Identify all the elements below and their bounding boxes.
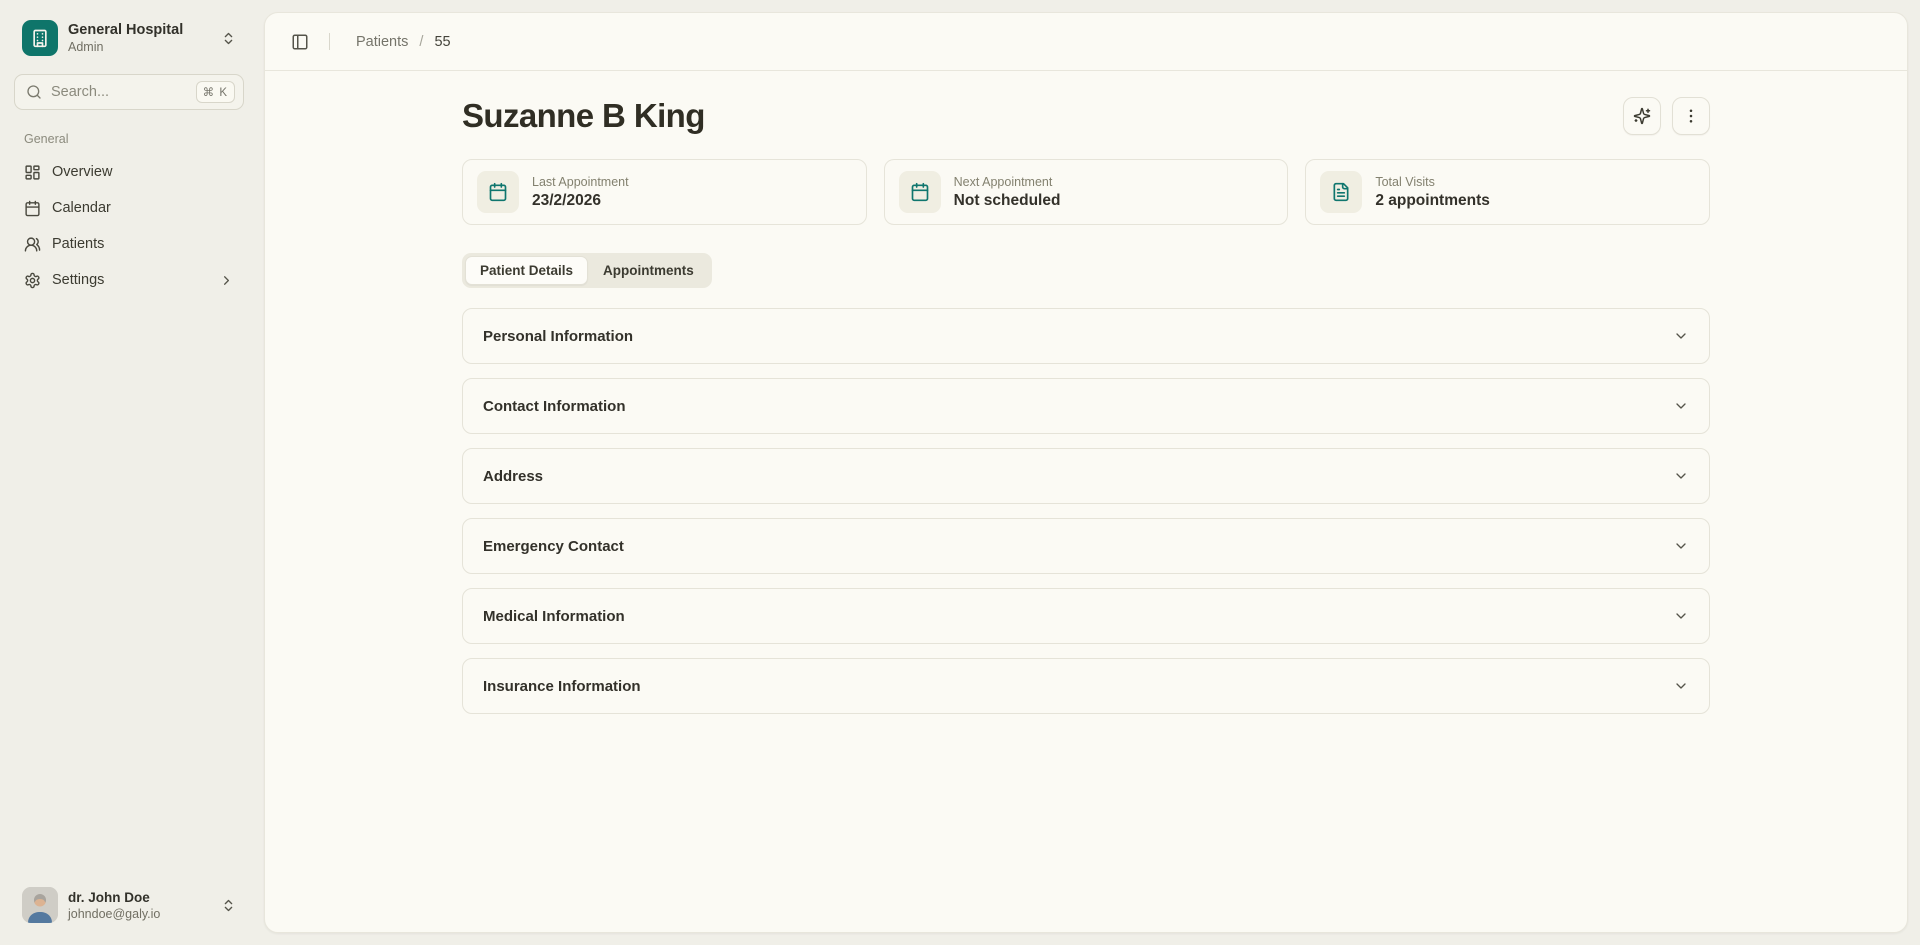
stats-row: Last Appointment 23/2/2026 Next Appointm… <box>462 159 1710 225</box>
sidebar-toggle-button[interactable] <box>285 27 315 57</box>
search-input[interactable]: Search... ⌘ K <box>14 74 244 110</box>
breadcrumb-patients-link[interactable]: Patients <box>356 34 408 50</box>
user-menu[interactable]: dr. John Doe johndoe@galy.io <box>14 881 244 929</box>
ellipsis-vertical-icon <box>1682 107 1700 125</box>
chevron-down-icon <box>1673 398 1689 414</box>
accordion-insurance-information[interactable]: Insurance Information <box>462 658 1710 714</box>
breadcrumb: Patients / 55 <box>356 34 451 50</box>
calendar-icon <box>899 171 941 213</box>
org-role: Admin <box>68 40 211 54</box>
search-icon <box>26 84 42 100</box>
accordion-contact-information[interactable]: Contact Information <box>462 378 1710 434</box>
stat-value: Not scheduled <box>954 192 1061 210</box>
sidebar-item-settings[interactable]: Settings <box>14 262 244 298</box>
accordion-title: Address <box>483 468 543 485</box>
chevron-down-icon <box>1673 538 1689 554</box>
sidebar-item-overview[interactable]: Overview <box>14 154 244 190</box>
accordion-list: Personal Information Contact Information… <box>462 308 1710 714</box>
org-name: General Hospital <box>68 22 211 38</box>
accordion-title: Contact Information <box>483 398 626 415</box>
users-icon <box>24 236 41 253</box>
file-text-icon <box>1320 171 1362 213</box>
ai-actions-button[interactable] <box>1623 97 1661 135</box>
accordion-title: Personal Information <box>483 328 633 345</box>
chevron-down-icon <box>1673 678 1689 694</box>
stat-value: 23/2/2026 <box>532 192 629 210</box>
tab-appointments[interactable]: Appointments <box>588 256 709 285</box>
main-area: Patients / 55 Suzanne B King <box>258 0 1920 945</box>
layout-grid-icon <box>24 164 41 181</box>
chevrons-up-down-icon <box>221 898 236 913</box>
accordion-address[interactable]: Address <box>462 448 1710 504</box>
stat-total-visits: Total Visits 2 appointments <box>1305 159 1710 225</box>
gear-icon <box>24 272 41 289</box>
sparkles-icon <box>1633 107 1651 125</box>
sidebar-nav: Overview Calendar Patients <box>14 154 244 298</box>
chevron-right-icon <box>219 273 234 288</box>
chevron-down-icon <box>1673 468 1689 484</box>
accordion-personal-information[interactable]: Personal Information <box>462 308 1710 364</box>
org-switcher[interactable]: General Hospital Admin <box>14 14 244 62</box>
page-title: Suzanne B King <box>462 97 705 135</box>
breadcrumb-separator: / <box>419 34 423 50</box>
chevron-down-icon <box>1673 328 1689 344</box>
search-shortcut-badge: ⌘ K <box>196 81 235 103</box>
chevrons-up-down-icon <box>221 31 236 46</box>
sidebar-item-label: Calendar <box>52 200 111 216</box>
sidebar-item-label: Overview <box>52 164 112 180</box>
main-card: Patients / 55 Suzanne B King <box>264 12 1908 933</box>
stat-value: 2 appointments <box>1375 192 1490 210</box>
topbar-divider <box>329 33 330 50</box>
sidebar-item-label: Patients <box>52 236 104 252</box>
accordion-emergency-contact[interactable]: Emergency Contact <box>462 518 1710 574</box>
accordion-medical-information[interactable]: Medical Information <box>462 588 1710 644</box>
stat-last-appointment: Last Appointment 23/2/2026 <box>462 159 867 225</box>
hospital-logo-icon <box>22 20 58 56</box>
user-email: johndoe@galy.io <box>68 907 211 921</box>
topbar: Patients / 55 <box>265 13 1907 71</box>
stat-label: Total Visits <box>1375 175 1490 189</box>
stat-label: Last Appointment <box>532 175 629 189</box>
sidebar-section-label: General <box>14 132 244 146</box>
sidebar-item-label: Settings <box>52 272 104 288</box>
sidebar: General Hospital Admin Search... ⌘ K Gen… <box>0 0 258 945</box>
breadcrumb-current: 55 <box>434 34 450 50</box>
chevron-down-icon <box>1673 608 1689 624</box>
avatar <box>22 887 58 923</box>
sidebar-item-calendar[interactable]: Calendar <box>14 190 244 226</box>
tab-bar: Patient Details Appointments <box>462 253 712 288</box>
tab-patient-details[interactable]: Patient Details <box>465 256 588 285</box>
stat-label: Next Appointment <box>954 175 1061 189</box>
more-options-button[interactable] <box>1672 97 1710 135</box>
sidebar-item-patients[interactable]: Patients <box>14 226 244 262</box>
content-scroll[interactable]: Suzanne B King <box>265 71 1907 932</box>
accordion-title: Emergency Contact <box>483 538 624 555</box>
accordion-title: Medical Information <box>483 608 625 625</box>
calendar-icon <box>477 171 519 213</box>
stat-next-appointment: Next Appointment Not scheduled <box>884 159 1289 225</box>
search-placeholder: Search... <box>51 84 187 100</box>
calendar-icon <box>24 200 41 217</box>
accordion-title: Insurance Information <box>483 678 641 695</box>
user-name: dr. John Doe <box>68 890 211 905</box>
